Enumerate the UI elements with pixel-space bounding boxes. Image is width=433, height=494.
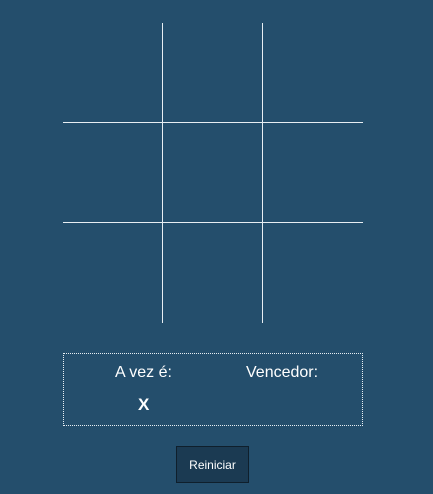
board-cell-5[interactable]	[163, 123, 263, 223]
turn-label: A vez é:	[115, 364, 172, 381]
restart-button[interactable]: Reiniciar	[176, 446, 249, 483]
board-cell-6[interactable]	[263, 123, 363, 223]
status-panel: A vez é: X Vencedor:	[63, 353, 363, 426]
board-cell-1[interactable]	[63, 23, 163, 123]
game-board	[63, 23, 363, 323]
board-cell-2[interactable]	[163, 23, 263, 123]
winner-label: Vencedor:	[246, 364, 319, 381]
current-player-indicator: X	[138, 395, 150, 414]
board-cell-4[interactable]	[63, 123, 163, 223]
board-cell-9[interactable]	[263, 223, 363, 323]
board-cell-8[interactable]	[163, 223, 263, 323]
board-cell-7[interactable]	[63, 223, 163, 323]
board-cell-3[interactable]	[263, 23, 363, 123]
